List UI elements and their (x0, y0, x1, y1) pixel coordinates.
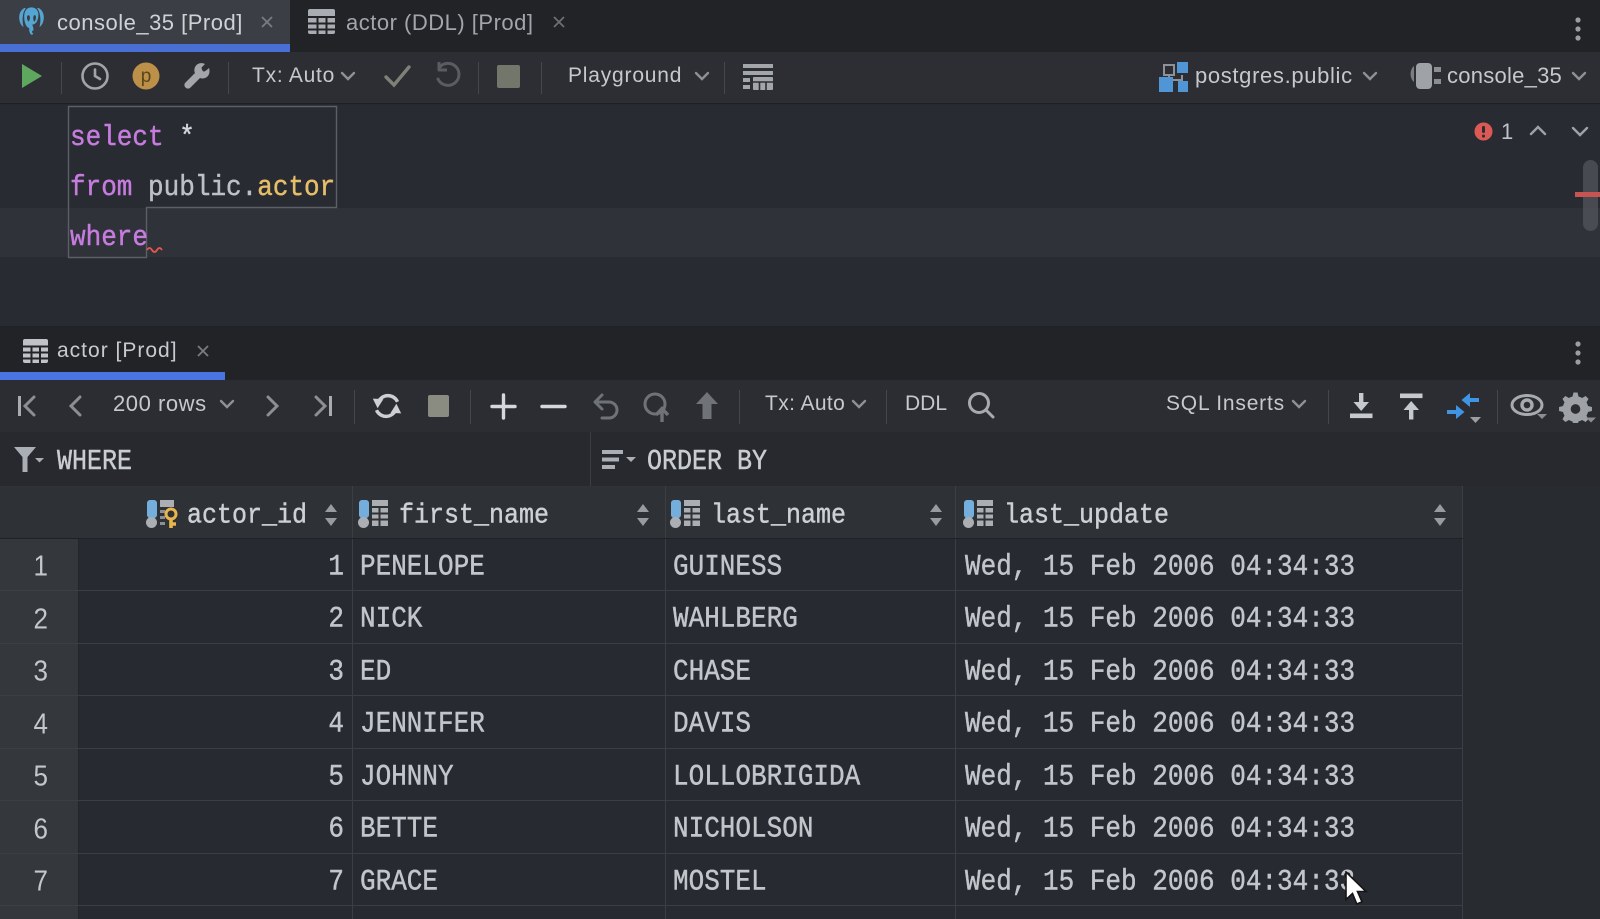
svg-text:p: p (141, 66, 152, 87)
